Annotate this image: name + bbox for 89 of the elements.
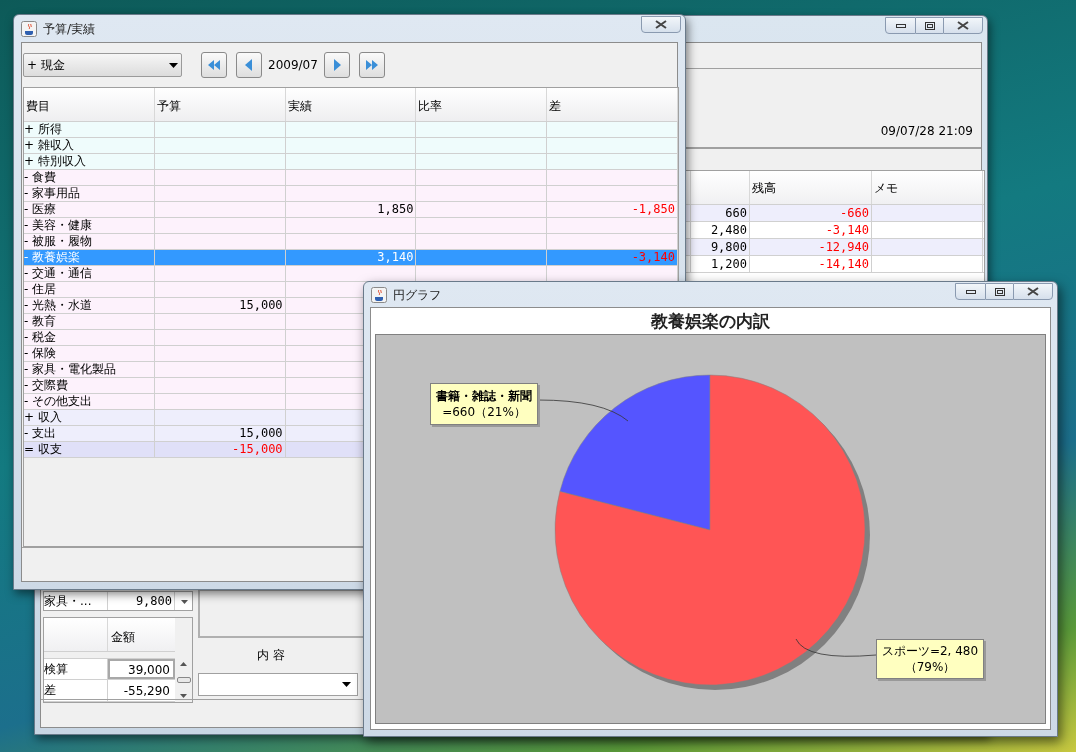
table-cell: 差 [44, 680, 108, 701]
cup-icon [21, 20, 37, 37]
table-cell: -660 [750, 205, 872, 221]
table-cell: -12,940 [750, 239, 872, 255]
maximize-icon [994, 287, 1005, 296]
column-header: 差 [547, 88, 678, 121]
table-cell: -3,140 [547, 250, 678, 265]
minimize-button[interactable] [885, 17, 916, 34]
table-row-label[interactable]: = 収支 [24, 442, 155, 457]
table-cell: -3,140 [750, 222, 872, 238]
scroll-down-icon[interactable] [181, 600, 188, 604]
maximize-button[interactable] [986, 283, 1013, 300]
scroll-thumb[interactable] [176, 677, 191, 683]
table-cell: 家具・... [44, 592, 108, 610]
column-header: 残高 [750, 171, 872, 204]
table-cell: 660 [691, 205, 750, 221]
account-dropdown[interactable]: + 現金 [23, 53, 182, 77]
minimize-button[interactable] [955, 283, 986, 300]
table-cell-text: -55,290 [122, 683, 171, 700]
label-line: =660（21%） [442, 404, 526, 420]
table-row-label[interactable]: + 雑収入 [24, 138, 155, 153]
close-button[interactable] [641, 16, 681, 33]
close-icon [1027, 287, 1039, 296]
table-cell: -1,850 [547, 202, 678, 217]
table-row-label[interactable]: - 交通・通信 [24, 266, 155, 281]
next-button[interactable] [323, 52, 350, 78]
table-row-label[interactable]: + 特別収入 [24, 154, 155, 169]
table-row-label[interactable]: - 支出 [24, 426, 155, 441]
label-line: スポーツ=2, 480 [881, 643, 979, 659]
column-header: 予算 [154, 88, 286, 121]
table-cell: -15,000 [154, 442, 286, 457]
label-line: 書籍・雑誌・新聞 [436, 388, 532, 404]
table-row-label[interactable]: - 家事用品 [24, 186, 155, 201]
table-row-label[interactable]: + 収入 [24, 410, 155, 425]
caret-icon [342, 682, 351, 687]
table-cell: -14,140 [750, 256, 872, 272]
close-icon [957, 21, 969, 30]
table-cell: 1,850 [285, 202, 417, 217]
maximize-button[interactable] [916, 17, 943, 34]
table-cell: 2,480 [691, 222, 750, 238]
scroll-down-icon[interactable] [180, 694, 187, 698]
table-row-label[interactable]: - 税金 [24, 330, 155, 345]
close-button[interactable] [1013, 283, 1053, 300]
period-label: 2009/07 [268, 57, 318, 74]
chart-title: 教養娯楽の内訳 [651, 310, 770, 333]
table-cell: 9,800 [108, 592, 175, 610]
column-header: メモ [872, 171, 983, 204]
table-cell: 1,200 [691, 256, 750, 272]
content-label: 内 容 [257, 647, 285, 664]
caret-icon [169, 62, 178, 68]
column-header: 費目 [24, 88, 155, 121]
last-button[interactable] [358, 52, 385, 78]
table-row-label[interactable]: - 光熱・水道 [24, 298, 155, 313]
table-row-label[interactable]: - 美容・健康 [24, 218, 155, 233]
close-icon [655, 20, 667, 29]
cup-icon [371, 286, 387, 303]
table-row-label[interactable]: - 家具・電化製品 [24, 362, 155, 377]
previous-button[interactable] [236, 52, 262, 78]
table-row-label[interactable]: - 交際費 [24, 378, 155, 393]
table-row-label[interactable]: - 医療 [24, 202, 155, 217]
column-header: 比率 [416, 88, 548, 121]
timestamp: 09/07/28 21:09 [880, 123, 973, 140]
close-button[interactable] [943, 17, 983, 34]
column-header: 実績 [285, 88, 417, 121]
last-icon [364, 59, 379, 71]
table-cell: 検算 [44, 659, 108, 679]
table-row-label[interactable]: - 保険 [24, 346, 155, 361]
table-cell: 39,000 [108, 659, 175, 679]
label-line: （79%） [904, 659, 956, 675]
table-cell: 3,140 [285, 250, 417, 265]
table-row-label[interactable]: - 教育 [24, 314, 155, 329]
content-dropdown[interactable] [198, 673, 358, 696]
first-button[interactable] [201, 52, 227, 78]
first-icon [207, 59, 221, 71]
window-title: 予算/実績 [43, 20, 96, 38]
column-header: 金額 [110, 629, 136, 646]
table-row-label[interactable]: - 被服・履物 [24, 234, 155, 249]
window-title: 円グラフ [393, 286, 441, 304]
table-row-label[interactable]: - 食費 [24, 170, 155, 185]
table-cell: 9,800 [691, 239, 750, 255]
table-row-label[interactable]: + 所得 [24, 122, 155, 137]
table-row-label[interactable]: - 住居 [24, 282, 155, 297]
table-cell: 15,000 [154, 426, 286, 441]
table-cell: 15,000 [154, 298, 286, 313]
minimize-icon [895, 23, 906, 28]
scroll-up-icon[interactable] [180, 662, 187, 666]
minimize-icon [965, 289, 976, 294]
maximize-icon [924, 21, 935, 30]
table-row-label[interactable]: - その他支出 [24, 394, 155, 409]
